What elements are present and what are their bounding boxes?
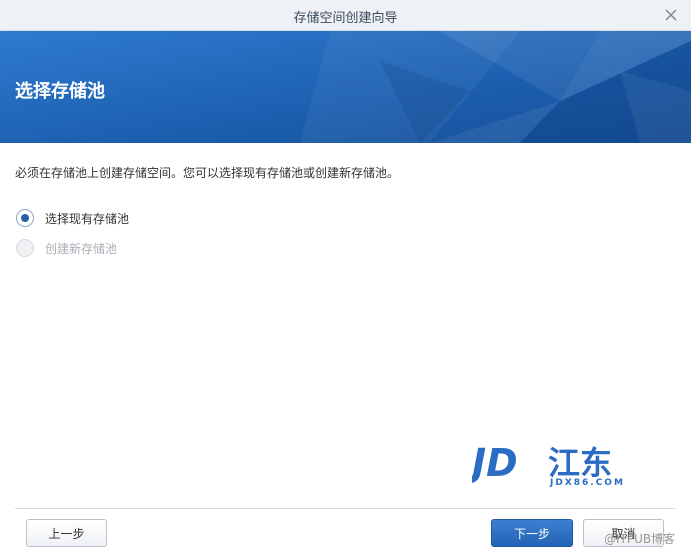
window-title: 存储空间创建向导 bbox=[293, 11, 398, 26]
close-icon[interactable] bbox=[661, 5, 681, 25]
radio-new-pool bbox=[16, 239, 34, 257]
option-new-pool-label: 创建新存储池 bbox=[45, 241, 118, 256]
logo-sub: JDX86.COM bbox=[549, 478, 625, 488]
next-button[interactable]: 下一步 bbox=[491, 519, 573, 547]
title-bar: 存储空间创建向导 bbox=[0, 0, 691, 31]
page-heading: 选择存储池 bbox=[15, 81, 105, 102]
option-existing-pool-label: 选择现有存储池 bbox=[45, 211, 130, 226]
footer-divider bbox=[15, 508, 676, 509]
logo-brand: JD bbox=[472, 441, 518, 485]
instruction-text: 必须在存储池上创建存储空间。您可以选择现有存储池或创建新存储池。 bbox=[15, 166, 400, 180]
jdx86-logo: JD 江东 JDX86.COM bbox=[472, 441, 625, 488]
watermark-text: @ITPUB博客 bbox=[604, 532, 676, 546]
radio-existing-pool[interactable] bbox=[16, 209, 34, 227]
option-new-pool: 创建新存储池 bbox=[16, 238, 117, 258]
option-existing-pool[interactable]: 选择现有存储池 bbox=[16, 208, 129, 228]
previous-button[interactable]: 上一步 bbox=[26, 519, 107, 547]
logo-cn: 江东 bbox=[548, 444, 612, 482]
header-banner: 选择存储池 bbox=[0, 31, 691, 143]
